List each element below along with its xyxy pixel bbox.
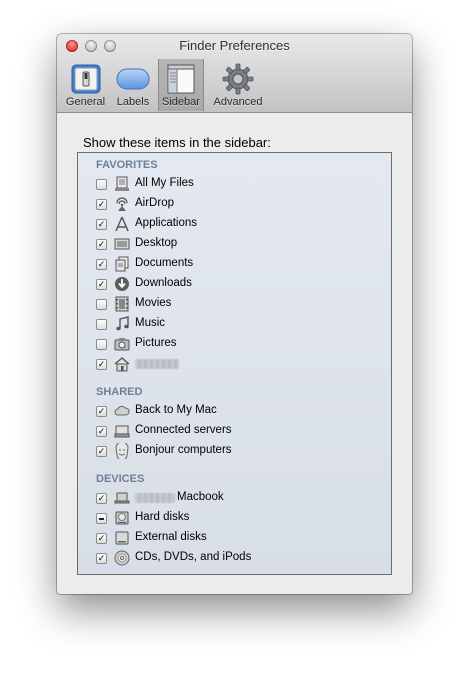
documents-icon [114, 256, 130, 272]
checkbox-external-disks[interactable]: ✓ [96, 533, 107, 544]
toolbar-advanced-label: Advanced [213, 96, 263, 108]
label-downloads: Downloads [135, 277, 192, 289]
toolbar-sidebar-label: Sidebar [162, 96, 200, 108]
label-airdrop: AirDrop [135, 197, 174, 209]
checkbox-applications[interactable]: ✓ [96, 219, 107, 230]
toolbar-general-label: General [65, 96, 106, 108]
checkbox-music[interactable] [96, 319, 107, 330]
checkbox-all-my-files[interactable] [96, 179, 107, 190]
desktop-icon [114, 236, 130, 252]
label-connected-servers: Connected servers [135, 424, 232, 436]
list-item-hard-disks[interactable]: Hard disks [96, 510, 376, 528]
checkbox-back-to-my-mac[interactable]: ✓ [96, 406, 107, 417]
sidebar-items-list: FAVORITES All My Files ✓ AirDrop ✓ Appli… [77, 152, 392, 575]
list-item-downloads[interactable]: ✓ Downloads [96, 276, 376, 294]
finder-preferences-window: Finder Preferences General Labels Sideba… [57, 34, 412, 594]
label-back-to-my-mac: Back to My Mac [135, 404, 217, 416]
label-documents: Documents [135, 257, 194, 269]
label-macbook: Macbook [177, 491, 224, 503]
general-switch-icon [70, 63, 102, 98]
label-pictures: Pictures [135, 337, 177, 349]
label-cds-dvds-ipods: CDs, DVDs, and iPods [135, 551, 252, 563]
list-item-airdrop[interactable]: ✓ AirDrop [96, 196, 376, 214]
sidebar-items-heading: Show these items in the sidebar: [83, 135, 271, 150]
sidebar-icon [166, 63, 196, 98]
toolbar-advanced-button[interactable]: Advanced [206, 59, 270, 111]
list-item-music[interactable]: Music [96, 316, 376, 334]
label-movies: Movies [135, 297, 172, 309]
list-item-bonjour-computers[interactable]: ✓ Bonjour computers [96, 441, 376, 461]
airdrop-icon [114, 196, 130, 212]
external-disk-icon [114, 530, 130, 546]
checkbox-downloads[interactable]: ✓ [96, 279, 107, 290]
server-icon [114, 423, 130, 439]
titlebar: Finder Preferences General Labels Sideba… [57, 34, 412, 113]
list-item-connected-servers[interactable]: ✓ Connected servers [96, 423, 376, 441]
laptop-icon [114, 490, 130, 506]
list-item-movies[interactable]: Movies [96, 296, 376, 314]
label-music: Music [135, 317, 166, 329]
gear-icon [222, 63, 254, 98]
cloud-icon [114, 403, 130, 419]
label-desktop: Desktop [135, 237, 178, 249]
list-item-documents[interactable]: ✓ Documents [96, 256, 376, 274]
home-icon [114, 356, 130, 372]
list-item-desktop[interactable]: ✓ Desktop [96, 236, 376, 254]
label-external-disks: External disks [135, 531, 207, 543]
all-my-files-icon [114, 176, 130, 192]
list-item-external-disks[interactable]: ✓ External disks [96, 530, 376, 548]
label-all-my-files: All My Files [135, 177, 194, 189]
list-item-macbook[interactable]: ✓ Macbook [96, 490, 376, 508]
downloads-icon [114, 276, 130, 292]
pictures-icon [114, 336, 130, 352]
toolbar-general-button[interactable]: General [63, 59, 108, 111]
redacted-device-owner [135, 493, 175, 503]
list-item-cds-dvds-ipods[interactable]: ✓ CDs, DVDs, and iPods [96, 550, 376, 568]
cd-icon [114, 550, 130, 566]
toolbar-labels-button[interactable]: Labels [110, 59, 156, 111]
toolbar-sidebar-button[interactable]: Sidebar [158, 59, 204, 111]
checkbox-macbook[interactable]: ✓ [96, 493, 107, 504]
checkbox-cds-dvds-ipods[interactable]: ✓ [96, 553, 107, 564]
checkbox-hard-disks[interactable] [96, 513, 107, 524]
label-bonjour-computers: Bonjour computers [135, 444, 232, 456]
section-favorites-header: FAVORITES [96, 159, 158, 171]
toolbar-labels-label: Labels [116, 96, 150, 108]
list-item-pictures[interactable]: Pictures [96, 336, 376, 354]
checkbox-documents[interactable]: ✓ [96, 259, 107, 270]
bonjour-icon [114, 441, 130, 461]
checkbox-home[interactable]: ✓ [96, 359, 107, 370]
checkbox-connected-servers[interactable]: ✓ [96, 426, 107, 437]
music-icon [114, 316, 130, 332]
label-hard-disks: Hard disks [135, 511, 190, 523]
checkbox-pictures[interactable] [96, 339, 107, 350]
checkbox-desktop[interactable]: ✓ [96, 239, 107, 250]
list-item-home[interactable]: ✓ [96, 356, 376, 374]
movies-icon [114, 296, 130, 312]
labels-pill-icon [116, 67, 150, 94]
redacted-home-name [135, 359, 179, 369]
checkbox-movies[interactable] [96, 299, 107, 310]
list-item-back-to-my-mac[interactable]: ✓ Back to My Mac [96, 403, 376, 421]
checkbox-airdrop[interactable]: ✓ [96, 199, 107, 210]
section-shared-header: SHARED [96, 386, 143, 398]
label-applications: Applications [135, 217, 198, 229]
list-item-applications[interactable]: ✓ Applications [96, 216, 376, 234]
checkbox-bonjour-computers[interactable]: ✓ [96, 446, 107, 457]
hard-disk-icon [114, 510, 130, 526]
section-devices-header: DEVICES [96, 473, 145, 485]
window-title: Finder Preferences [179, 38, 290, 53]
list-item-all-my-files[interactable]: All My Files [96, 176, 376, 194]
applications-icon [114, 216, 130, 232]
